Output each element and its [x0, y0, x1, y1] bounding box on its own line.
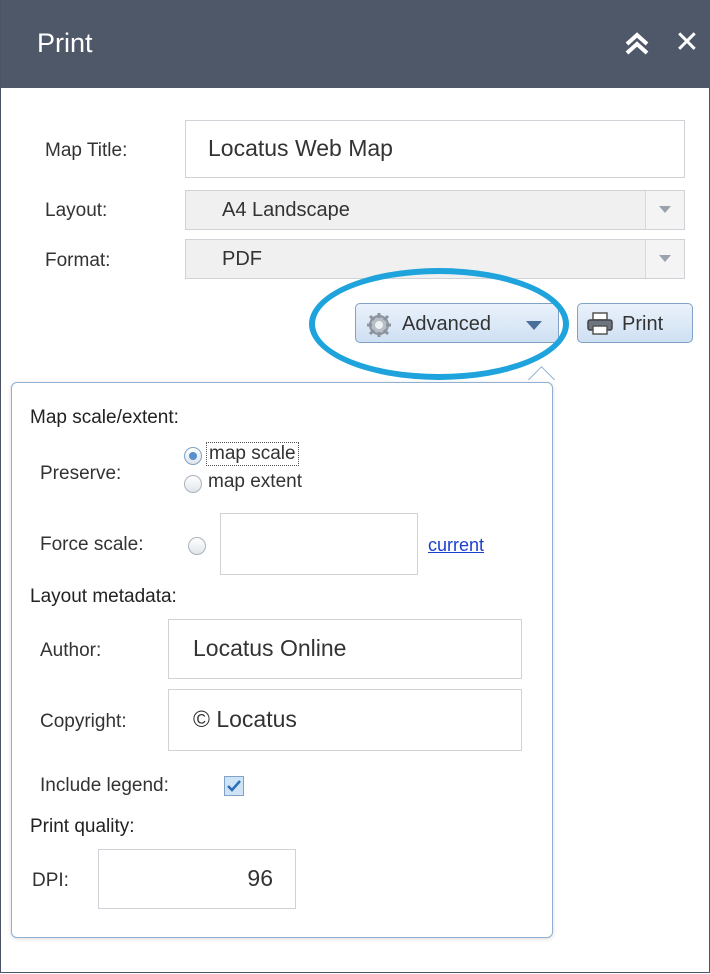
map-scale-option-label[interactable]: map scale: [206, 442, 299, 466]
copyright-label: Copyright:: [40, 711, 127, 732]
advanced-button[interactable]: Advanced: [355, 303, 559, 343]
include-legend-checkbox[interactable]: [224, 776, 244, 796]
format-label: Format:: [45, 250, 111, 271]
gear-icon: [366, 312, 392, 344]
preserve-label: Preserve:: [40, 463, 122, 484]
layout-metadata-heading: Layout metadata:: [30, 586, 177, 607]
caret-down-icon: [526, 321, 542, 330]
advanced-options-panel: Map scale/extent: Preserve: map scale ma…: [11, 382, 553, 938]
map-title-value: Locatus Web Map: [208, 135, 393, 161]
format-select[interactable]: PDF: [185, 239, 685, 279]
dpi-label: DPI:: [32, 870, 69, 891]
checkmark-icon: [227, 780, 241, 792]
copyright-value: © Locatus: [193, 706, 297, 732]
force-scale-input[interactable]: [220, 513, 418, 575]
map-extent-radio[interactable]: [184, 475, 202, 493]
include-legend-label: Include legend:: [40, 775, 169, 796]
advanced-button-label: Advanced: [402, 313, 491, 335]
chevron-down-icon[interactable]: [645, 240, 684, 278]
map-title-label: Map Title:: [45, 140, 128, 161]
layout-select[interactable]: A4 Landscape: [185, 190, 685, 230]
map-scale-heading: Map scale/extent:: [30, 407, 179, 428]
layout-select-value: A4 Landscape: [222, 199, 350, 221]
map-title-input[interactable]: Locatus Web Map: [185, 120, 685, 178]
double-chevron-up-icon[interactable]: [617, 26, 657, 62]
printer-icon: [586, 312, 614, 342]
print-panel: Print ✕ Map Title: Locatus Web Map Layou…: [0, 0, 710, 973]
current-scale-link[interactable]: current: [428, 535, 484, 556]
format-select-value: PDF: [222, 248, 262, 270]
print-button[interactable]: Print: [577, 303, 693, 343]
layout-label: Layout:: [45, 200, 108, 221]
map-extent-option-label[interactable]: map extent: [208, 471, 302, 493]
author-value: Locatus Online: [193, 635, 347, 661]
author-label: Author:: [40, 640, 102, 661]
close-icon[interactable]: ✕: [669, 24, 705, 62]
force-scale-radio[interactable]: [188, 537, 206, 555]
map-scale-radio[interactable]: [184, 447, 202, 465]
panel-title: Print: [37, 28, 93, 58]
print-quality-heading: Print quality:: [30, 816, 135, 837]
copyright-input[interactable]: © Locatus: [168, 689, 522, 751]
dpi-value: 96: [247, 865, 273, 891]
dpi-input[interactable]: 96: [98, 849, 296, 909]
author-input[interactable]: Locatus Online: [168, 619, 522, 679]
print-button-label: Print: [622, 313, 664, 335]
chevron-down-icon[interactable]: [645, 191, 684, 229]
force-scale-label: Force scale:: [40, 534, 144, 555]
panel-titlebar: Print ✕: [1, 0, 710, 88]
